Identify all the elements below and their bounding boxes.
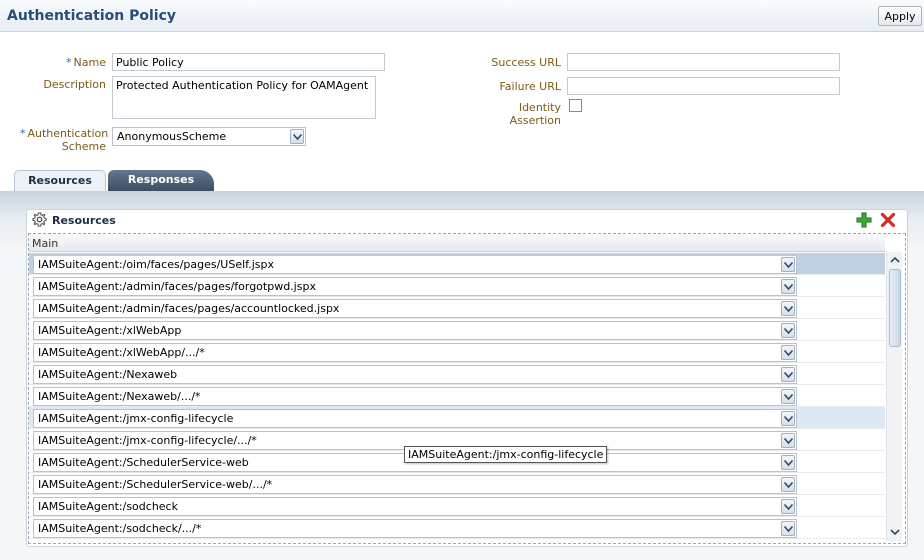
chevron-down-icon[interactable] (781, 389, 795, 404)
resources-table: Main IAMSuiteAgent:/oim/faces/pages/USel… (28, 233, 906, 544)
resource-value: IAMSuiteAgent:/jmx-config-lifecycle (38, 412, 234, 425)
scroll-down-icon[interactable] (888, 525, 902, 539)
page-title: Authentication Policy (7, 8, 177, 24)
name-label: * Name (66, 56, 106, 69)
name-field[interactable] (112, 53, 385, 71)
resource-value: IAMSuiteAgent:/SchedulerService-web/.../… (38, 478, 273, 491)
column-header-main: Main (29, 234, 885, 252)
table-row[interactable]: IAMSuiteAgent:/xlWebApp/.../* (29, 341, 885, 363)
resource-select[interactable]: IAMSuiteAgent:/Nexaweb (33, 365, 797, 384)
identity-assertion-checkbox[interactable] (569, 99, 582, 112)
chevron-down-icon[interactable] (781, 345, 795, 360)
chevron-down-icon[interactable] (781, 257, 795, 272)
tooltip: IAMSuiteAgent:/jmx-config-lifecycle (404, 446, 608, 463)
resource-select[interactable]: IAMSuiteAgent:/jmx-config-lifecycle (33, 409, 797, 428)
success-url-label: Success URL (491, 56, 561, 69)
resource-value: IAMSuiteAgent:/sodcheck (38, 500, 178, 513)
resource-select[interactable]: IAMSuiteAgent:/xlWebApp/.../* (33, 343, 797, 362)
tab-bar: Resources Responses (0, 168, 924, 192)
chevron-down-icon[interactable] (781, 279, 795, 294)
resource-value: IAMSuiteAgent:/Nexaweb/.../* (38, 390, 201, 403)
chevron-down-icon[interactable] (781, 323, 795, 338)
scrollbar-thumb[interactable] (889, 269, 901, 347)
resource-select[interactable]: IAMSuiteAgent:/Nexaweb/.../* (33, 387, 797, 406)
table-row[interactable]: IAMSuiteAgent:/oim/faces/pages/USelf.jsp… (29, 253, 885, 275)
scroll-up-icon[interactable] (888, 253, 902, 267)
delete-icon[interactable] (880, 212, 896, 228)
chevron-down-icon[interactable] (781, 367, 795, 382)
resource-value: IAMSuiteAgent:/admin/faces/pages/account… (38, 302, 340, 315)
chevron-down-icon[interactable] (781, 301, 795, 316)
resource-value: IAMSuiteAgent:/admin/faces/pages/forgotp… (38, 280, 316, 293)
resource-select[interactable]: IAMSuiteAgent:/admin/faces/pages/forgotp… (33, 277, 797, 296)
resource-select[interactable]: IAMSuiteAgent:/sodcheck/.../* (33, 519, 797, 538)
resource-value: IAMSuiteAgent:/sodcheck/.../* (38, 522, 202, 535)
chevron-down-icon[interactable] (781, 499, 795, 514)
description-field[interactable]: Protected Authentication Policy for OAMA… (112, 76, 376, 119)
failure-url-field[interactable] (567, 77, 840, 95)
identity-assertion-label: Identity Assertion (509, 101, 561, 127)
resource-select[interactable]: IAMSuiteAgent:/sodcheck (33, 497, 797, 516)
table-row[interactable]: IAMSuiteAgent:/sodcheck/.../* (29, 517, 885, 539)
resource-value: IAMSuiteAgent:/jmx-config-lifecycle/.../… (38, 434, 257, 447)
resource-select[interactable]: IAMSuiteAgent:/admin/faces/pages/account… (33, 299, 797, 318)
tab-resources[interactable]: Resources (14, 170, 106, 192)
table-row[interactable]: IAMSuiteAgent:/SchedulerService-web/.../… (29, 473, 885, 495)
authentication-scheme-label: * Authentication Scheme (20, 127, 109, 153)
authentication-scheme-value: AnonymousScheme (117, 130, 227, 143)
tab-responses[interactable]: Responses (108, 170, 214, 192)
failure-url-label: Failure URL (499, 80, 561, 93)
apply-button[interactable]: Apply (878, 6, 922, 26)
resource-value: IAMSuiteAgent:/oim/faces/pages/USelf.jsp… (38, 258, 275, 271)
table-row[interactable]: IAMSuiteAgent:/jmx-config-lifecycle (29, 407, 885, 429)
page-header: Authentication Policy Apply (0, 0, 924, 32)
resource-select[interactable]: IAMSuiteAgent:/oim/faces/pages/USelf.jsp… (33, 255, 797, 274)
description-label: Description (43, 78, 106, 91)
resource-select[interactable]: IAMSuiteAgent:/SchedulerService-web/.../… (33, 475, 797, 494)
table-row[interactable]: IAMSuiteAgent:/sodcheck (29, 495, 885, 517)
resource-value: IAMSuiteAgent:/xlWebApp/.../* (38, 346, 205, 359)
table-row[interactable]: IAMSuiteAgent:/xlWebApp (29, 319, 885, 341)
resource-value: IAMSuiteAgent:/xlWebApp (38, 324, 182, 337)
chevron-down-icon[interactable] (781, 433, 795, 448)
table-row[interactable]: IAMSuiteAgent:/Nexaweb (29, 363, 885, 385)
chevron-down-icon[interactable] (781, 521, 795, 536)
success-url-field[interactable] (567, 53, 840, 71)
add-icon[interactable] (856, 212, 872, 228)
authentication-scheme-select[interactable]: AnonymousScheme (112, 127, 306, 146)
table-row[interactable]: IAMSuiteAgent:/admin/faces/pages/forgotp… (29, 275, 885, 297)
resource-select[interactable]: IAMSuiteAgent:/xlWebApp (33, 321, 797, 340)
vertical-scrollbar[interactable] (886, 252, 902, 541)
chevron-down-icon[interactable] (290, 129, 304, 144)
chevron-down-icon[interactable] (781, 411, 795, 426)
resource-value: IAMSuiteAgent:/Nexaweb (38, 368, 178, 381)
chevron-down-icon[interactable] (781, 477, 795, 492)
table-row[interactable]: IAMSuiteAgent:/admin/faces/pages/account… (29, 297, 885, 319)
table-row[interactable]: IAMSuiteAgent:/Nexaweb/.../* (29, 385, 885, 407)
gear-icon (32, 212, 47, 230)
chevron-down-icon[interactable] (781, 455, 795, 470)
resources-panel-title: Resources (52, 214, 116, 227)
resource-value: IAMSuiteAgent:/SchedulerService-web (38, 456, 249, 469)
